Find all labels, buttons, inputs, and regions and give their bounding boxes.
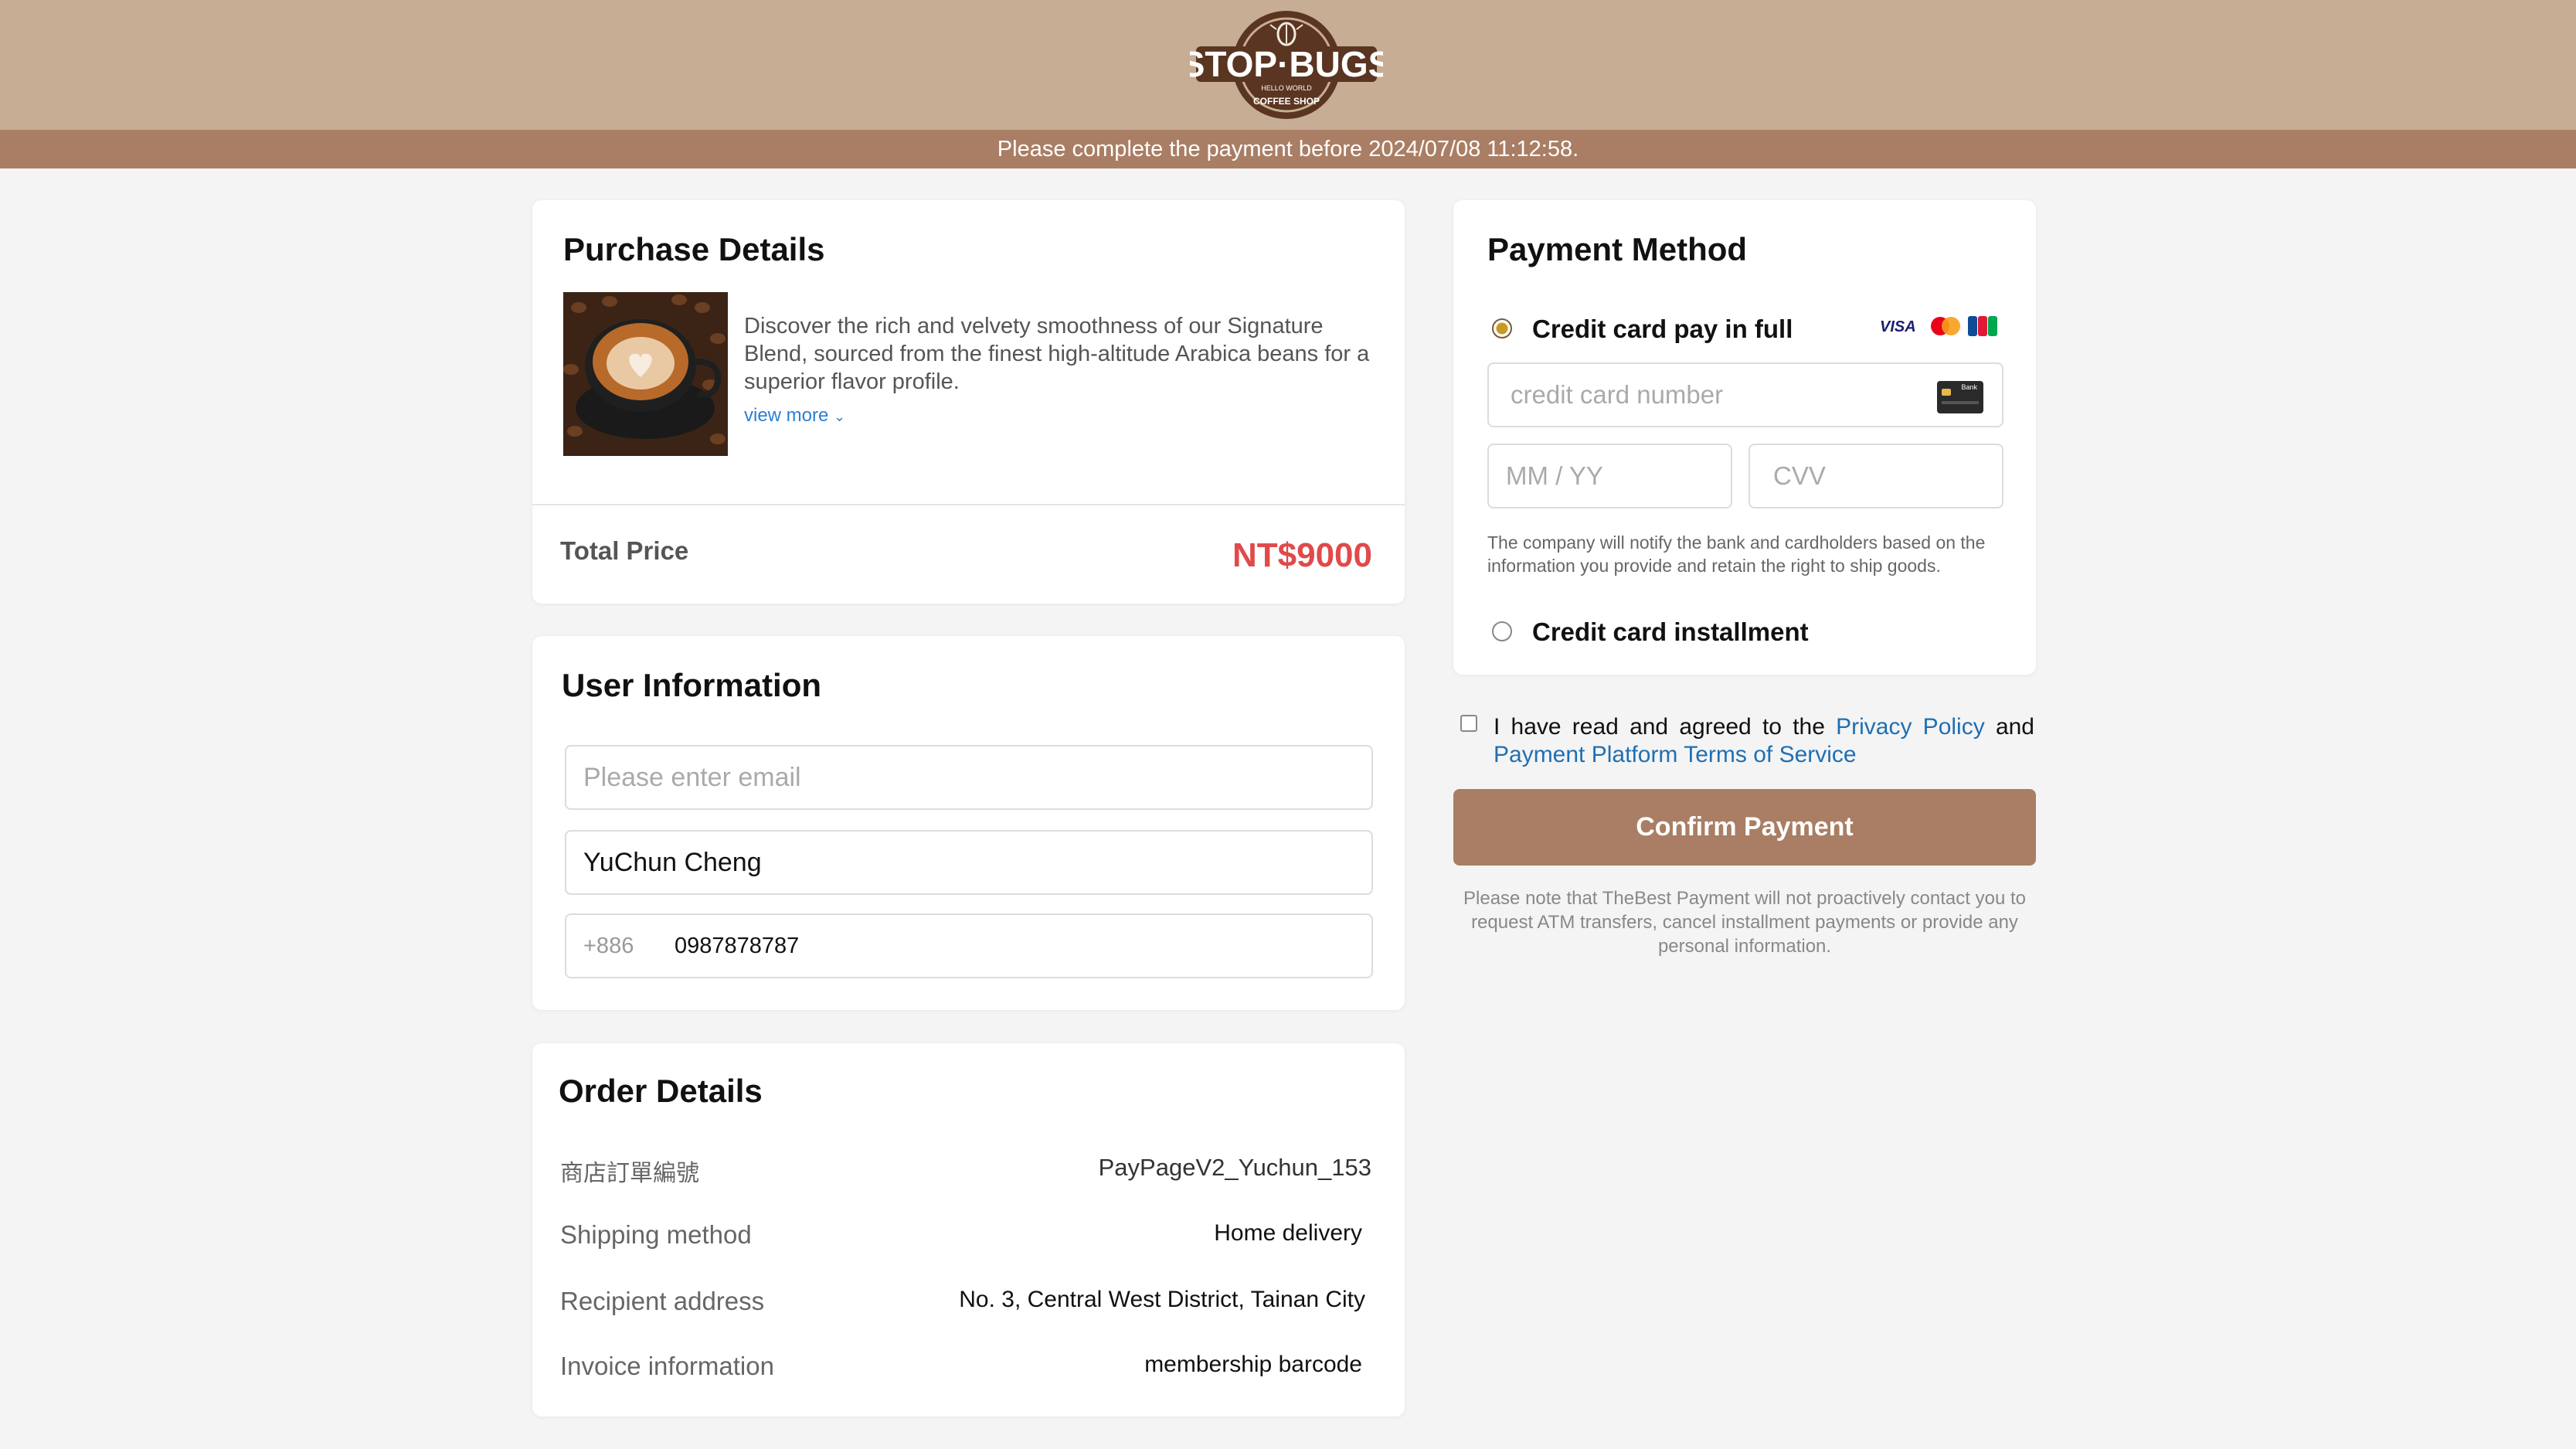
order-row-label: Invoice information [560,1352,774,1380]
order-row-recipient-address: Recipient address No. 3, Central West Di… [560,1287,1371,1321]
order-row-label: Shipping method [560,1220,752,1249]
order-row-value: PayPageV2_Yuchun_153 [1098,1154,1371,1181]
agreement-text: I have read and agreed to the Privacy Po… [1494,713,2034,741]
payment-deadline-notice: Please complete the payment before 2024/… [0,130,2576,168]
logo-subtext: HELLO WORLD [1261,84,1312,92]
card-brands-icons: VISA [1880,316,1997,336]
email-field[interactable] [565,745,1373,810]
pay-in-full-label[interactable]: Credit card pay in full [1532,315,1793,344]
expiry-date-field[interactable] [1487,444,1732,509]
cvv-field[interactable] [1748,444,2003,509]
view-more-label: view more [744,405,829,426]
header-bar: STOP·BUGS HELLO WORLD COFFEE SHOP [0,0,2576,130]
payment-method-title: Payment Method [1487,231,1748,267]
payment-method-card: Payment Method Credit card pay in full V… [1453,200,2036,675]
installment-radio[interactable] [1492,621,1512,641]
bank-card-icon-text: Bank [1961,383,1977,391]
logo-text: STOP·BUGS [1190,44,1383,84]
order-row-invoice-information: Invoice information membership barcode [560,1352,1371,1386]
user-information-card: User Information +886 [532,636,1405,1010]
country-code[interactable]: +886 [583,934,634,959]
order-details-title: Order Details [559,1073,763,1109]
order-row-label: Recipient address [560,1287,765,1315]
confirm-payment-button[interactable]: Confirm Payment [1453,789,2036,866]
pay-in-full-radio[interactable] [1492,318,1512,338]
order-row-shipping-method: Shipping method Home delivery [560,1220,1371,1254]
order-details-card: Order Details 商店訂單編號 PayPageV2_Yuchun_15… [532,1043,1405,1417]
purchase-details-card: Purchase Details Discover the rich and v… [532,200,1405,604]
agree-checkbox[interactable] [1460,715,1477,732]
product-description: Discover the rich and velvety smoothness… [744,314,1370,394]
product-image [563,292,728,456]
name-field[interactable] [565,830,1373,895]
order-row-label: 商店訂單編號 [560,1161,699,1186]
credit-card-number-field[interactable] [1487,362,2003,427]
security-disclaimer: Please note that TheBest Payment will no… [1463,888,2026,957]
order-row-value: Home delivery [1214,1220,1362,1246]
installment-label[interactable]: Credit card installment [1532,617,1809,647]
divider [532,504,1405,505]
phone-field[interactable] [675,923,1354,969]
total-price-value: NT$9000 [1232,536,1372,574]
phone-field-group: +886 [565,913,1373,978]
order-row-value: membership barcode [1144,1352,1362,1377]
purchase-details-title: Purchase Details [563,231,825,267]
agreement-prefix: I have read and agreed to the [1494,714,1825,740]
logo-ring-text: COFFEE SHOP [1253,96,1320,107]
user-information-title: User Information [562,667,822,703]
order-row-store-order-number: 商店訂單編號 PayPageV2_Yuchun_153 [560,1154,1371,1188]
view-more-link[interactable]: view more ⌄ [744,405,845,427]
stop-bugs-logo: STOP·BUGS HELLO WORLD COFFEE SHOP [1190,11,1383,119]
terms-of-service-link[interactable]: Payment Platform Terms of Service [1494,741,1857,769]
bank-card-icon: Bank [1937,381,1983,413]
agreement-and: and [1995,714,2034,740]
payment-notice-text: The company will notify the bank and car… [1487,532,1986,576]
chevron-down-icon: ⌄ [834,409,846,424]
order-row-value: No. 3, Central West District, Tainan Cit… [959,1287,1365,1312]
privacy-policy-link[interactable]: Privacy Policy [1836,714,1985,740]
visa-icon: VISA [1880,318,1916,335]
total-price-label: Total Price [560,536,689,565]
